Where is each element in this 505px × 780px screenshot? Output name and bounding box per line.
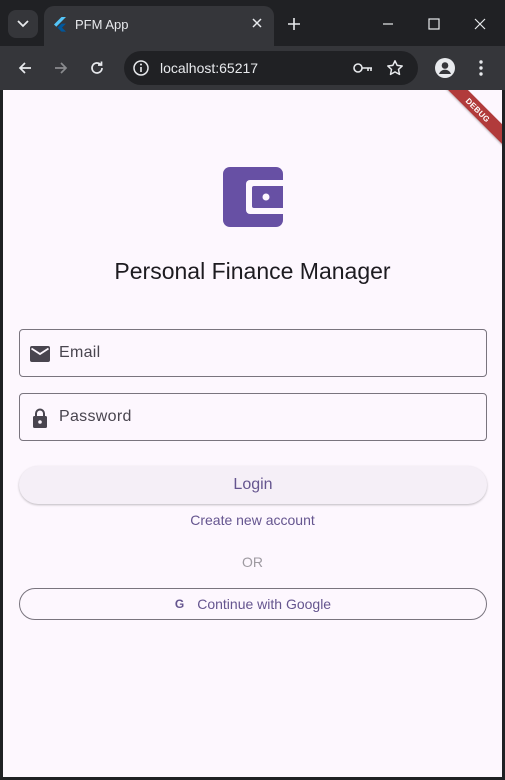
profile-button[interactable] [433,56,457,80]
arrow-right-icon [55,62,68,74]
key-icon[interactable] [352,59,374,77]
login-button-label: Login [233,476,273,493]
debug-banner: DEBUG [437,90,502,151]
more-vert-icon [479,60,483,76]
reload-button[interactable] [86,57,108,79]
email-label: Email [59,344,101,361]
arrow-left-icon [18,62,31,74]
maximize-button[interactable] [424,14,444,34]
star-icon[interactable] [386,59,404,77]
password-label: Password [59,408,132,425]
tab-search-button[interactable] [8,10,38,38]
close-icon [474,18,486,30]
close-icon [252,18,262,28]
mail-icon [30,346,50,362]
minimize-button[interactable] [378,14,398,34]
close-window-button[interactable] [470,14,490,34]
login-button[interactable]: Login [19,466,487,504]
reload-icon [91,61,103,74]
minimize-icon [383,23,393,25]
plus-icon [288,18,300,30]
close-tab-button[interactable] [248,14,266,32]
flutter-icon [54,17,66,32]
wallet-icon [223,167,283,227]
google-signin-button[interactable]: G Continue with Google [19,588,487,620]
create-account-link[interactable]: Create new account [3,512,502,528]
google-signin-label: Continue with Google [197,596,332,612]
email-field[interactable]: Email [19,329,487,377]
back-button[interactable] [14,57,36,79]
google-icon: G [174,597,185,611]
address-bar[interactable]: localhost:65217 [124,51,418,85]
tab-strip: PFM App [0,0,505,46]
url-text[interactable]: localhost:65217 [160,60,258,76]
info-icon[interactable] [132,59,150,77]
maximize-icon [428,18,440,30]
active-tab[interactable]: PFM App [44,6,274,46]
tab-title: PFM App [75,17,129,32]
or-divider-text: OR [242,554,263,570]
debug-banner-label: DEBUG [464,96,492,124]
chevron-down-icon [17,20,29,28]
lock-icon [33,408,47,428]
forward-button[interactable] [50,57,72,79]
browser-toolbar: localhost:65217 [0,46,505,90]
browser-menu-button[interactable] [471,57,491,79]
app-viewport: DEBUG Personal Finance Manager Email Pas… [3,90,502,778]
new-tab-button[interactable] [284,14,304,34]
avatar-icon [435,58,455,78]
page-title: Personal Finance Manager [114,258,391,284]
password-field[interactable]: Password [19,393,487,441]
